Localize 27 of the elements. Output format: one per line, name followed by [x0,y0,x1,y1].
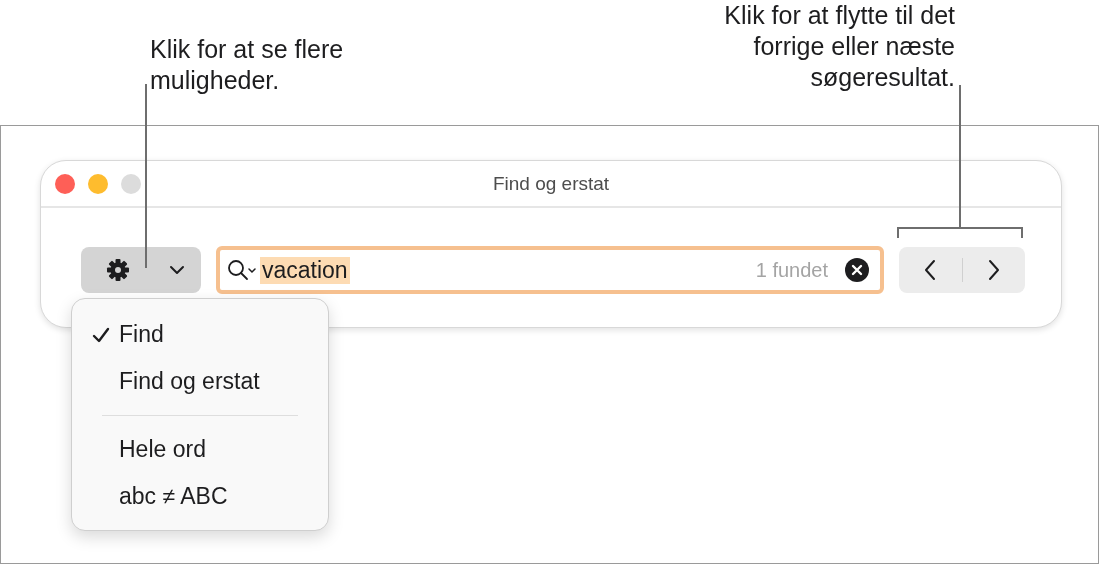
menu-item[interactable]: Find [72,311,328,358]
close-button[interactable] [55,173,75,194]
menu-item-label: abc ≠ ABC [119,483,228,510]
callout-text: Klik for at se flere [150,34,344,65]
callout-text: muligheder. [150,65,281,96]
options-button[interactable] [81,247,201,293]
chevron-left-icon [923,259,938,281]
menu-item-label: Find og erstat [119,368,260,395]
search-icon [226,258,258,282]
result-count: 1 fundet [755,258,828,282]
menu-item[interactable]: Find og erstat [72,358,328,405]
minimize-button[interactable] [88,173,108,194]
clear-icon[interactable] [844,257,870,283]
menu-item-label: Find [119,321,164,348]
search-field[interactable]: vacation 1 fundet [216,246,884,294]
menu-item[interactable]: Hele ord [72,426,328,473]
gear-icon [106,258,130,282]
callout-text: Klik for at flytte til det [724,0,955,31]
zoom-button[interactable] [121,173,141,194]
callout-text: forrige eller næste [753,31,955,62]
menu-item[interactable]: abc ≠ ABC [72,473,328,520]
search-text: vacation [260,256,350,284]
callout-text: søgeresultat. [810,62,955,93]
window-title: Find og erstat [492,172,610,195]
chevron-down-icon [169,265,185,275]
chevron-right-icon [986,259,1001,281]
menu-item-label: Hele ord [119,436,206,463]
